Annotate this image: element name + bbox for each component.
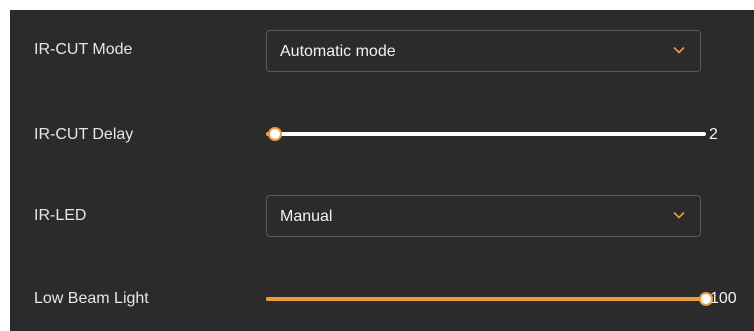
low-beam-light-value: 100	[710, 290, 737, 307]
ir-led-select[interactable]: Manual	[266, 195, 701, 237]
slider-track	[266, 132, 706, 136]
ir-cut-mode-select[interactable]: Automatic mode	[266, 30, 701, 72]
chevron-down-icon	[673, 46, 685, 54]
slider-fill	[266, 297, 706, 301]
chevron-down-icon	[673, 211, 685, 219]
ir-cut-mode-selected-value: Automatic mode	[280, 43, 396, 60]
ir-led-selected-value: Manual	[280, 208, 333, 225]
ir-cut-mode-label: IR-CUT Mode	[34, 41, 133, 58]
low-beam-light-label: Low Beam Light	[34, 290, 149, 307]
ir-cut-delay-slider[interactable]	[266, 124, 706, 144]
ir-cut-delay-label: IR-CUT Delay	[34, 126, 134, 143]
ir-led-label: IR-LED	[34, 207, 87, 224]
ir-cut-delay-value: 2	[709, 126, 718, 143]
slider-thumb[interactable]	[267, 127, 282, 141]
low-beam-light-slider[interactable]	[266, 289, 713, 309]
ir-settings-panel: IR-CUT Mode Automatic mode IR-CUT Delay …	[10, 10, 754, 331]
